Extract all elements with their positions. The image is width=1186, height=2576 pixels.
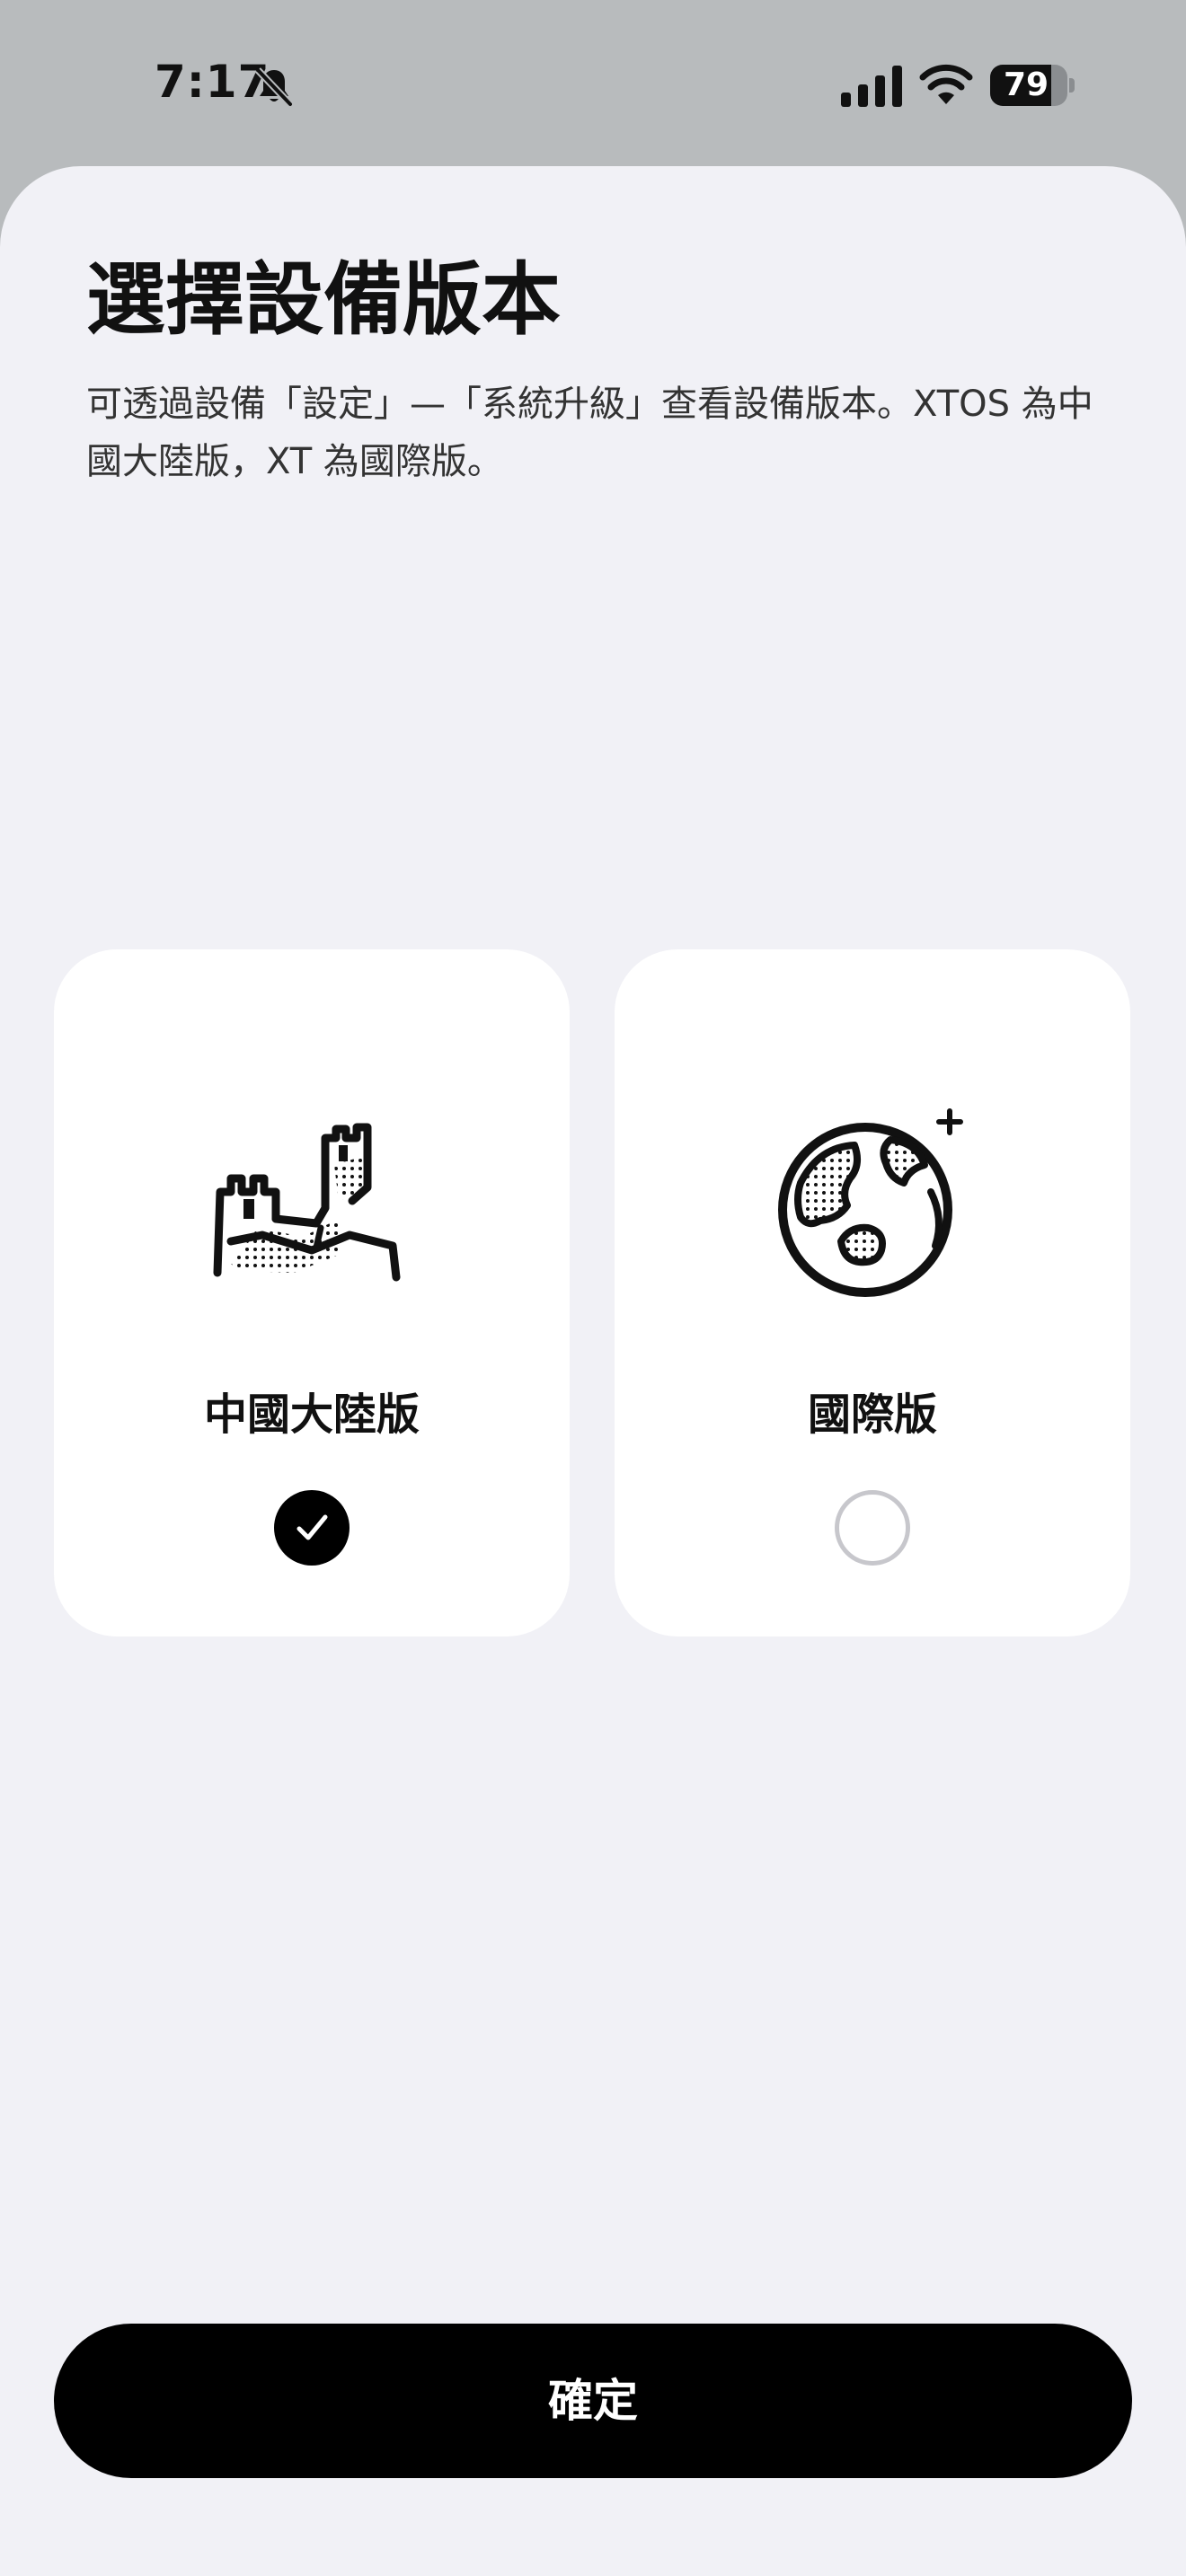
globe-icon [778,1108,963,1297]
checkmark-icon [296,1514,328,1540]
battery-icon: 79 [990,65,1075,106]
option-label-mainland-china: 中國大陸版 [203,1389,420,1440]
option-label-international: 國際版 [807,1389,937,1440]
bell-slash-icon [255,67,293,107]
option-card-mainland-china[interactable]: 中國大陸版 [54,949,570,1636]
great-wall-icon [213,1123,401,1282]
option-card-international[interactable]: 國際版 [615,949,1130,1636]
confirm-button[interactable]: 確定 [54,2324,1132,2478]
battery-percentage: 79 [1003,66,1049,103]
status-bar: 7:17 79 [0,0,1186,166]
cellular-signal-icon [841,66,902,107]
page-description: 可透過設備「設定」—「系統升級」查看設備版本。XTOS 為中國大陸版，XT 為國… [86,384,1093,482]
page-title: 選擇設備版本 [86,253,562,346]
radio-international-unselected[interactable] [835,1490,910,1566]
wifi-icon [919,64,973,104]
radio-mainland-china-selected[interactable] [274,1490,350,1566]
